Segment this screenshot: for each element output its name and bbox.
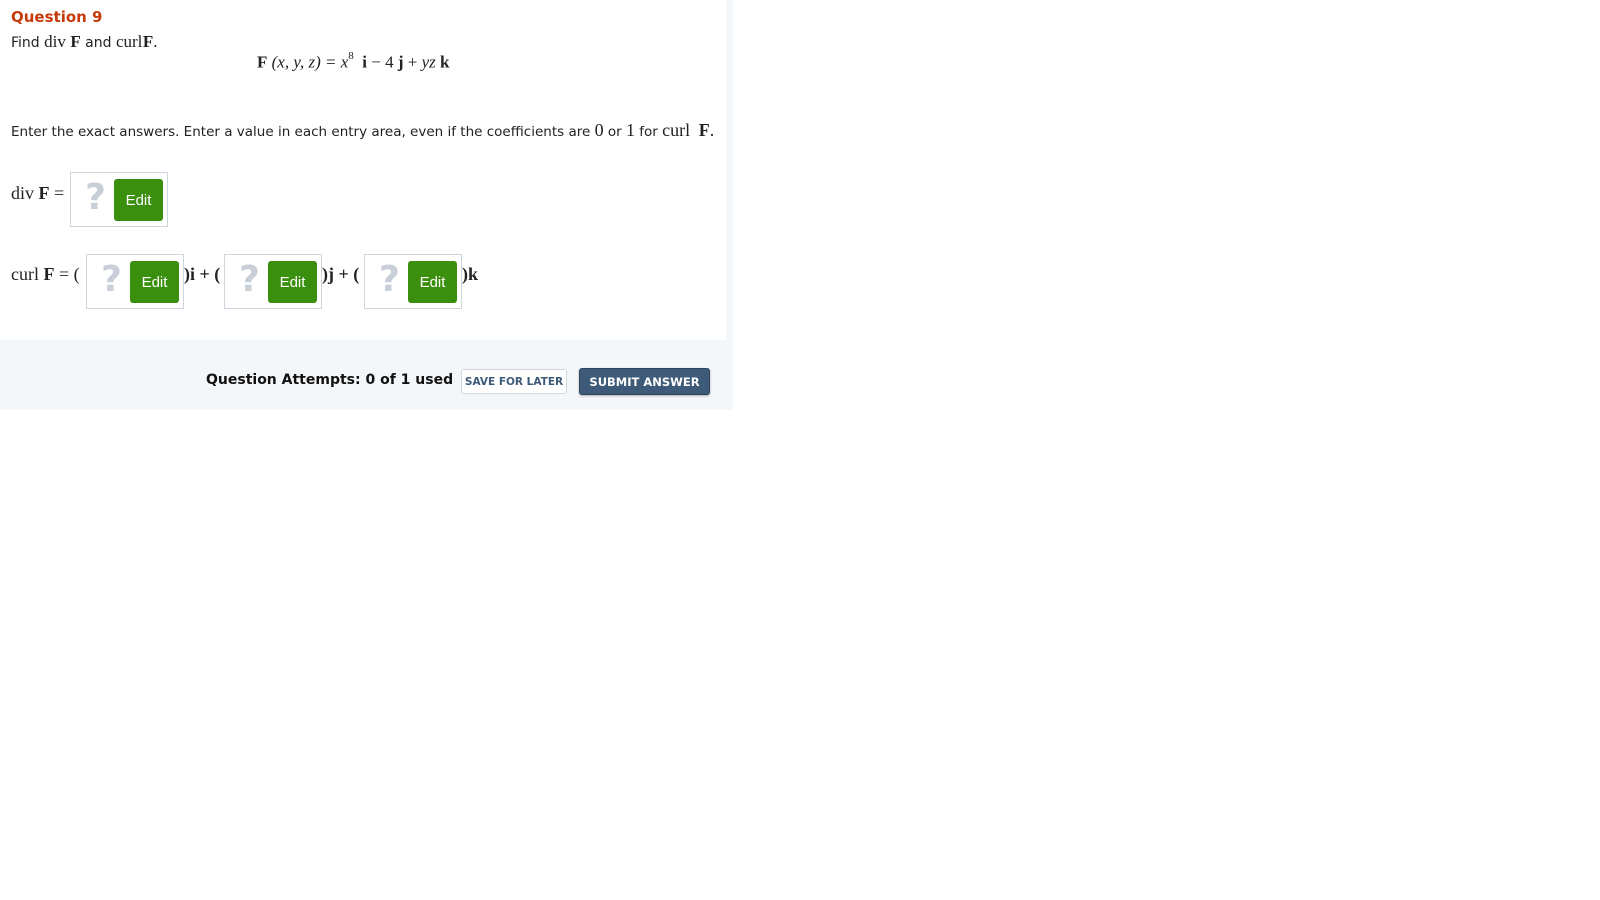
div-label: div F = <box>11 183 65 203</box>
question-content: Question 9 Find div F and curl F. F (x, … <box>0 0 726 340</box>
curl-j-answer-entry[interactable]: ? Edit <box>224 254 322 309</box>
empty-answer-icon: ? <box>379 259 400 300</box>
instructions-text: Enter the exact answers. Enter a value i… <box>11 120 715 140</box>
save-for-later-button[interactable]: SAVE FOR LATER <box>461 369 567 394</box>
j-component-label: )j + ( <box>322 264 360 284</box>
empty-answer-icon: ? <box>101 259 122 300</box>
i-component-label: )i + ( <box>184 264 221 284</box>
curl-k-edit-button[interactable]: Edit <box>408 261 457 303</box>
empty-answer-icon: ? <box>85 177 106 218</box>
question-prompt: Find div F and curl F. <box>11 32 158 51</box>
curl-i-edit-button[interactable]: Edit <box>130 261 179 303</box>
question-title: Question 9 <box>11 8 103 26</box>
k-component-label: )k <box>462 264 479 284</box>
div-answer-entry[interactable]: ? Edit <box>70 172 168 227</box>
empty-answer-icon: ? <box>239 259 260 300</box>
curl-i-answer-entry[interactable]: ? Edit <box>86 254 184 309</box>
div-edit-button[interactable]: Edit <box>114 179 163 221</box>
curl-k-answer-entry[interactable]: ? Edit <box>364 254 462 309</box>
curl-j-edit-button[interactable]: Edit <box>268 261 317 303</box>
submit-answer-button[interactable]: SUBMIT ANSWER <box>579 368 710 395</box>
question-attempts: Question Attempts: 0 of 1 used <box>206 372 454 388</box>
vector-field-formula: F (x, y, z) = x8 i − 4 j + yz k <box>257 50 450 72</box>
curl-label: curl F = ( <box>11 264 80 284</box>
question-panel: Question 9 Find div F and curl F. F (x, … <box>0 0 733 410</box>
